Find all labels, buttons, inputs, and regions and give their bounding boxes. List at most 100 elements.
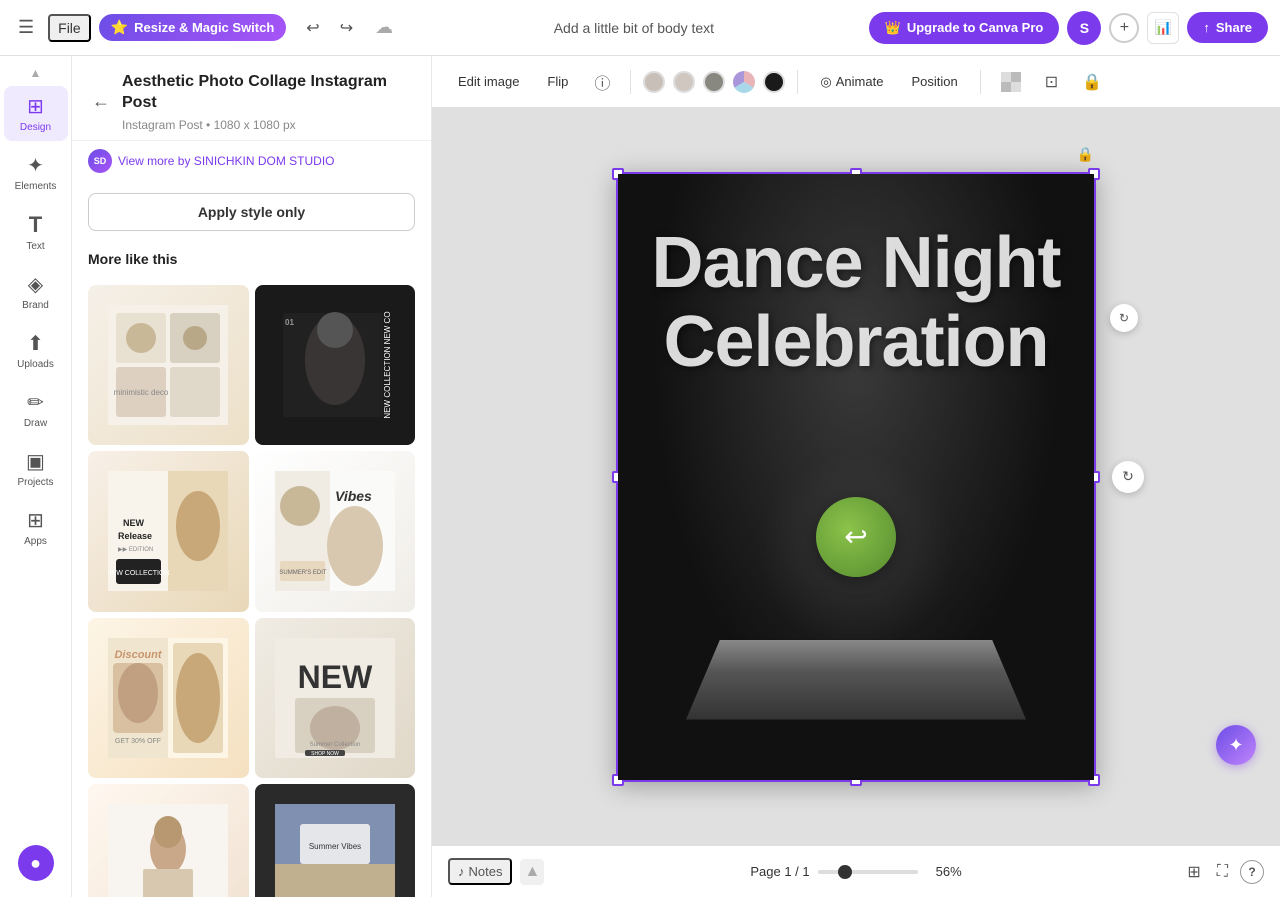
show-pages-button[interactable]: ▲ <box>520 859 544 885</box>
cloud-icon: ☁ <box>369 11 399 44</box>
canvas-bottom-bar: ♪ Notes ▲ Page 1 / 1 56% ⊞ ⛶ ? <box>432 845 1280 897</box>
rotate-handle[interactable]: ↻ <box>1112 461 1144 493</box>
color-swatch-3[interactable] <box>703 71 725 93</box>
sidebar-label-uploads: Uploads <box>17 359 54 370</box>
thumb-2-image: 01 NEW COLLECTION NEW CO <box>275 305 395 425</box>
sidebar-item-design[interactable]: ⊞ Design <box>4 86 68 141</box>
fullscreen-button[interactable]: ⛶ <box>1213 859 1232 885</box>
main-area: ▲ ⊞ Design ✦ Elements T Text ◈ Brand ⬆ U… <box>0 56 1280 897</box>
author-row: SD View more by SINICHKIN DOM STUDIO <box>72 149 431 185</box>
copy-style-button[interactable]: ⊡ <box>1037 66 1066 98</box>
magic-switch-button[interactable]: ✦ <box>1216 725 1256 765</box>
author-link[interactable]: View more by SINICHKIN DOM STUDIO <box>118 154 334 168</box>
star-icon: ⭐ <box>111 19 128 36</box>
lock-button[interactable]: 🔒 <box>1074 66 1110 98</box>
svg-text:Discount: Discount <box>115 649 163 661</box>
brand-badge[interactable]: ⭐ Resize & Magic Switch <box>99 14 287 41</box>
undo-button[interactable]: ↩ <box>298 12 327 44</box>
sidebar-item-elements[interactable]: ✦ Elements <box>4 145 68 200</box>
lock-icon[interactable]: 🔒 <box>1077 146 1094 163</box>
uploads-icon: ⬆ <box>27 331 44 356</box>
panel-scroll-area[interactable]: More like this minimisti <box>72 243 431 897</box>
template-thumb-3[interactable]: NEW Release ▶▶ EDITION NEW COLLECTION <box>88 451 249 612</box>
animate-button[interactable]: ◎ Animate <box>810 68 893 96</box>
share-icon: ↑ <box>1203 20 1210 35</box>
toolbar-divider-3 <box>980 70 981 94</box>
canvas-title[interactable]: Dance Night Celebration <box>648 224 1064 382</box>
color-swatch-black[interactable] <box>763 71 785 93</box>
notes-button[interactable]: ♪ Notes <box>448 858 512 885</box>
color-swatch-1[interactable] <box>643 71 665 93</box>
template-thumb-6[interactable]: NEW Summer Collection SHOP NOW <box>255 618 416 779</box>
svg-text:NEW COLLECTION NEW CO: NEW COLLECTION NEW CO <box>383 311 392 418</box>
sidebar-item-draw[interactable]: ✏ Draw <box>4 382 68 437</box>
bottom-center: Page 1 / 1 56% <box>652 864 1060 879</box>
analytics-button[interactable]: 📊 <box>1147 12 1179 44</box>
template-thumb-7[interactable]: Fashion Editorial <box>88 784 249 897</box>
dance-night-text[interactable]: Dance Night Celebration <box>618 204 1094 402</box>
left-panel-header: ← Aesthetic Photo Collage Instagram Post… <box>72 56 431 141</box>
more-like-title: More like this <box>88 251 415 267</box>
upgrade-button[interactable]: 👑 Upgrade to Canva Pro <box>869 12 1060 44</box>
share-button[interactable]: ↑ Share <box>1187 12 1268 43</box>
brand-icon: ◈ <box>28 272 43 297</box>
sidebar-icons: ▲ ⊞ Design ✦ Elements T Text ◈ Brand ⬆ U… <box>0 56 72 897</box>
page-indicator: Page 1 / 1 <box>750 864 809 879</box>
template-thumb-1[interactable]: minimistic deco <box>88 285 249 446</box>
sidebar-item-text[interactable]: T Text <box>4 204 68 260</box>
canvas-frame[interactable]: ↻ ↻ 🔒 Dance Night Celebration <box>616 172 1096 782</box>
color-swatch-2[interactable] <box>673 71 695 93</box>
avatar[interactable]: S <box>1067 11 1101 45</box>
bottom-right: ⊞ ⛶ ? <box>1060 858 1264 886</box>
add-team-button[interactable]: + <box>1109 13 1139 43</box>
template-thumb-8[interactable]: Summer Vibes <box>255 784 416 897</box>
svg-text:SHOP NOW: SHOP NOW <box>311 751 339 757</box>
projects-icon: ▣ <box>26 449 45 474</box>
sidebar-item-apps[interactable]: ⊞ Apps <box>4 500 68 555</box>
svg-text:Release: Release <box>118 531 152 541</box>
left-panel: ← Aesthetic Photo Collage Instagram Post… <box>72 56 432 897</box>
transparency-button[interactable] <box>993 66 1029 98</box>
sidebar-item-projects[interactable]: ▣ Projects <box>4 441 68 496</box>
template-thumb-2[interactable]: 01 NEW COLLECTION NEW CO <box>255 285 416 446</box>
share-label: Share <box>1216 20 1252 35</box>
sidebar-label-projects: Projects <box>17 477 53 488</box>
notes-icon: ♪ <box>458 864 465 879</box>
purple-circle-button[interactable]: ● <box>18 845 54 881</box>
flip-button[interactable]: Flip <box>537 68 578 95</box>
svg-text:minimistic deco: minimistic deco <box>114 388 169 397</box>
template-title: Aesthetic Photo Collage Instagram Post <box>122 72 415 114</box>
apply-style-button[interactable]: Apply style only <box>88 193 415 231</box>
svg-text:NEW: NEW <box>123 518 145 528</box>
toolbar-divider-1 <box>630 70 631 94</box>
edit-image-button[interactable]: Edit image <box>448 68 529 95</box>
green-play-icon[interactable]: ↩ <box>816 497 896 577</box>
zoom-control: 56% <box>818 864 962 879</box>
template-thumb-5[interactable]: Discount GET 30% OFF <box>88 618 249 779</box>
scroll-up-arrow[interactable]: ▲ <box>28 64 44 82</box>
topbar: ☰ File ⭐ Resize & Magic Switch ↩ ↪ ☁ Add… <box>0 0 1280 56</box>
canvas-toolbar: Edit image Flip ⓘ ◎ Animate Position <box>432 56 1280 108</box>
menu-icon[interactable]: ☰ <box>12 11 40 44</box>
grid-view-button[interactable]: ⊞ <box>1183 858 1204 886</box>
title-line-2: Celebration <box>663 302 1048 382</box>
zoom-percentage[interactable]: 56% <box>926 864 962 879</box>
color-swatch-multi[interactable] <box>733 71 755 93</box>
back-button[interactable]: ← <box>88 87 114 116</box>
redo-button[interactable]: ↪ <box>332 12 361 44</box>
sidebar-item-uploads[interactable]: ⬆ Uploads <box>4 323 68 378</box>
canvas-viewport[interactable]: ↻ ↻ 🔒 Dance Night Celebration <box>432 108 1280 845</box>
apps-icon: ⊞ <box>27 508 44 533</box>
sidebar-item-brand[interactable]: ◈ Brand <box>4 264 68 319</box>
position-button[interactable]: Position <box>901 68 967 95</box>
transparency-icon <box>1001 72 1021 92</box>
document-title[interactable]: Add a little bit of body text <box>407 14 861 42</box>
info-button[interactable]: ⓘ <box>586 64 618 100</box>
help-button[interactable]: ? <box>1240 860 1264 884</box>
templates-grid: minimistic deco 01 NEW COLLECTION NEW CO <box>72 285 431 897</box>
animate-label: Animate <box>836 74 884 89</box>
file-menu[interactable]: File <box>48 14 91 42</box>
template-thumb-4[interactable]: Vibes SUMMER'S EDIT <box>255 451 416 612</box>
inner-rotate-handle[interactable]: ↻ <box>1110 304 1138 332</box>
zoom-slider[interactable] <box>818 870 918 874</box>
